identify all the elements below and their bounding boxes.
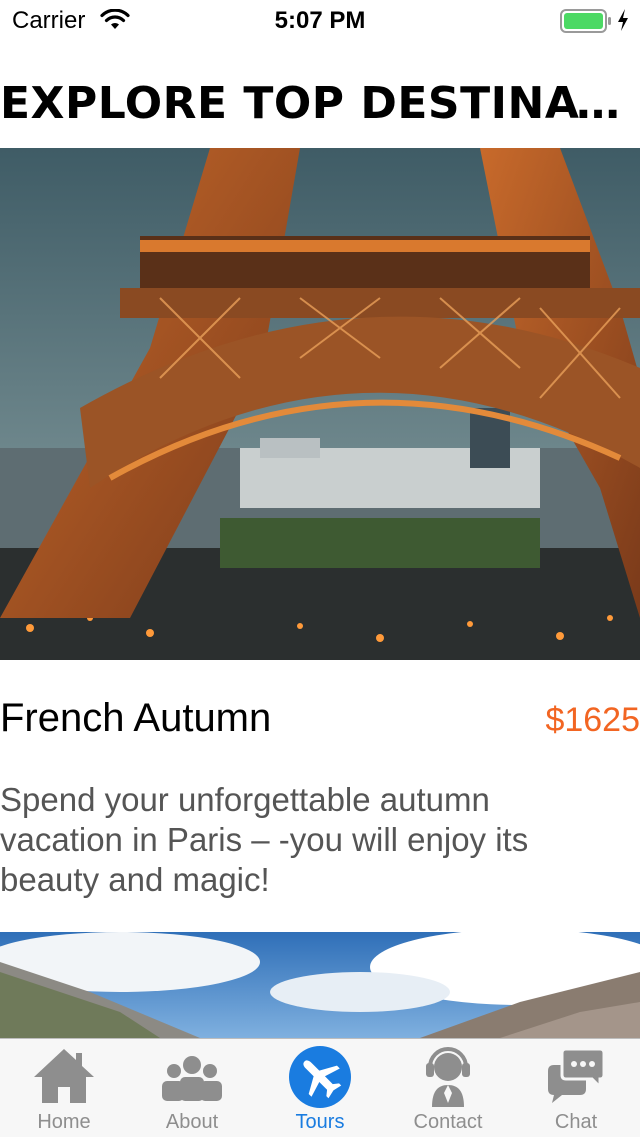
- status-bar: Carrier 5:07 PM: [0, 0, 640, 40]
- headset-icon: [426, 1047, 470, 1107]
- mountain-landscape-photo: [0, 932, 640, 1038]
- tab-label: Contact: [413, 1111, 483, 1133]
- tour-price: $1625: [545, 701, 640, 739]
- tab-label: About: [165, 1111, 219, 1133]
- tab-chat[interactable]: Chat: [512, 1039, 640, 1137]
- tour-image[interactable]: [0, 148, 640, 660]
- tab-label: Home: [37, 1111, 91, 1133]
- eiffel-tower-photo: [0, 148, 640, 660]
- tab-home[interactable]: Home: [0, 1039, 128, 1137]
- tab-tours[interactable]: Tours: [256, 1039, 384, 1137]
- tour-image[interactable]: [0, 932, 640, 1038]
- battery-icon: [560, 9, 611, 33]
- tab-label: Tours: [295, 1111, 345, 1133]
- airplane-icon: [289, 1046, 351, 1108]
- tab-about[interactable]: About: [128, 1039, 256, 1137]
- people-icon: [162, 1056, 222, 1101]
- tour-name[interactable]: French Autumn: [0, 694, 271, 742]
- tab-contact[interactable]: Contact: [384, 1039, 512, 1137]
- chat-bubbles-icon: [548, 1047, 606, 1103]
- page-title: EXPLORE TOP DESTINAT…: [0, 78, 640, 129]
- charging-bolt-icon: [618, 9, 628, 31]
- home-icon: [34, 1049, 94, 1103]
- tour-description: Spend your unforgettable autumn vacation…: [0, 781, 529, 898]
- clock: 5:07 PM: [274, 7, 366, 34]
- tab-bar: Home About Tours Contact Chat: [0, 1038, 640, 1137]
- tab-label: Chat: [554, 1111, 598, 1133]
